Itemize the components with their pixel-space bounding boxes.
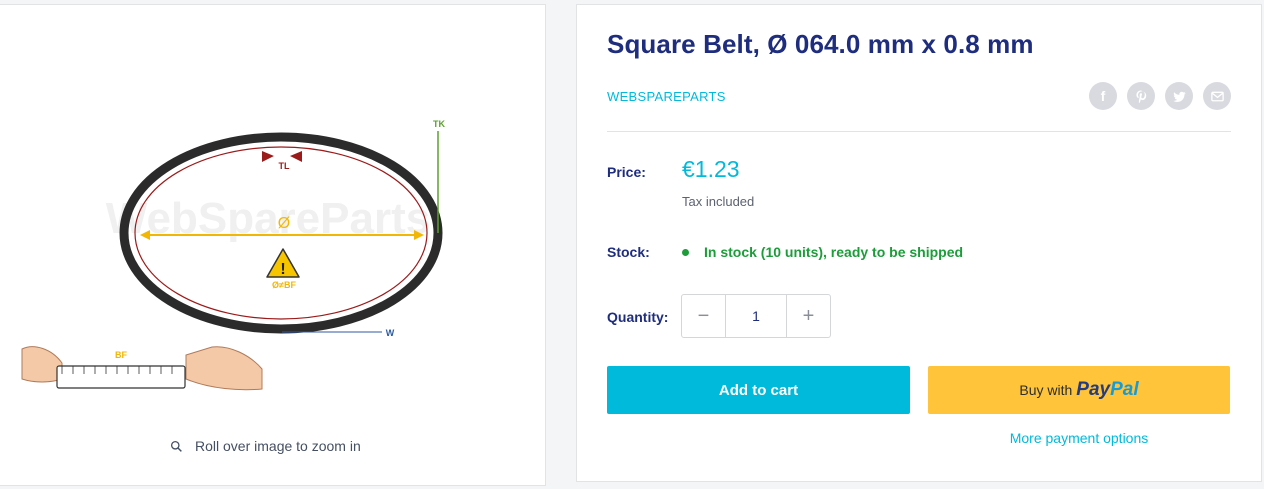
divider [607,131,1231,132]
price-value: €1.23 [682,156,740,182]
facebook-icon[interactable]: f [1089,82,1117,110]
stock-label: Stock: [607,244,650,260]
product-media-card: WebSpareParts TL TK Ø ! Ø≠BF W BF Roll o… [0,4,546,486]
tl-arrow-left [262,151,274,162]
zoom-hint: Roll over image to zoom in [170,438,361,454]
tk-label: TK [433,119,445,129]
zoom-hint-text: Roll over image to zoom in [195,438,361,454]
paypal-logo: PayPal [1076,379,1139,400]
stock-status: In stock (10 units), ready to be shipped [682,244,963,260]
product-info-card: Square Belt, Ø 064.0 mm x 0.8 mm WEBSPAR… [576,4,1262,482]
tl-label: TL [279,161,290,171]
share-buttons: f [1089,82,1231,110]
stock-text: In stock (10 units), ready to be shipped [704,244,964,260]
add-to-cart-button[interactable]: Add to cart [607,366,910,414]
vendor-link[interactable]: WEBSPAREPARTS [607,89,726,104]
pinterest-icon[interactable] [1127,82,1155,110]
stock-dot-icon [682,248,689,256]
quantity-input[interactable] [725,295,787,337]
email-icon[interactable] [1203,82,1231,110]
plus-icon[interactable]: + [787,295,830,337]
price-label: Price: [607,164,646,180]
diameter-symbol: Ø [278,215,290,232]
tax-note: Tax included [682,194,755,209]
quantity-stepper: − + [681,294,831,338]
magnifier-icon [170,440,182,452]
paypal-button[interactable]: Buy with PayPal [928,366,1230,414]
measuring-hands: BF [21,346,263,391]
minus-icon[interactable]: − [682,295,725,337]
twitter-icon[interactable] [1165,82,1193,110]
more-payment-options-link[interactable]: More payment options [928,430,1230,446]
paypal-buy-with-label: Buy with [1019,382,1073,398]
svg-text:!: ! [280,261,285,278]
bf-label: BF [115,350,127,360]
width-label: W [386,328,395,338]
tl-arrow-right [290,151,302,162]
quantity-label: Quantity: [607,309,669,325]
product-title: Square Belt, Ø 064.0 mm x 0.8 mm [607,29,1034,59]
add-to-cart-label: Add to cart [718,381,799,399]
warning-label: Ø≠BF [272,280,296,290]
product-image[interactable]: WebSpareParts TL TK Ø ! Ø≠BF W BF [0,83,546,413]
